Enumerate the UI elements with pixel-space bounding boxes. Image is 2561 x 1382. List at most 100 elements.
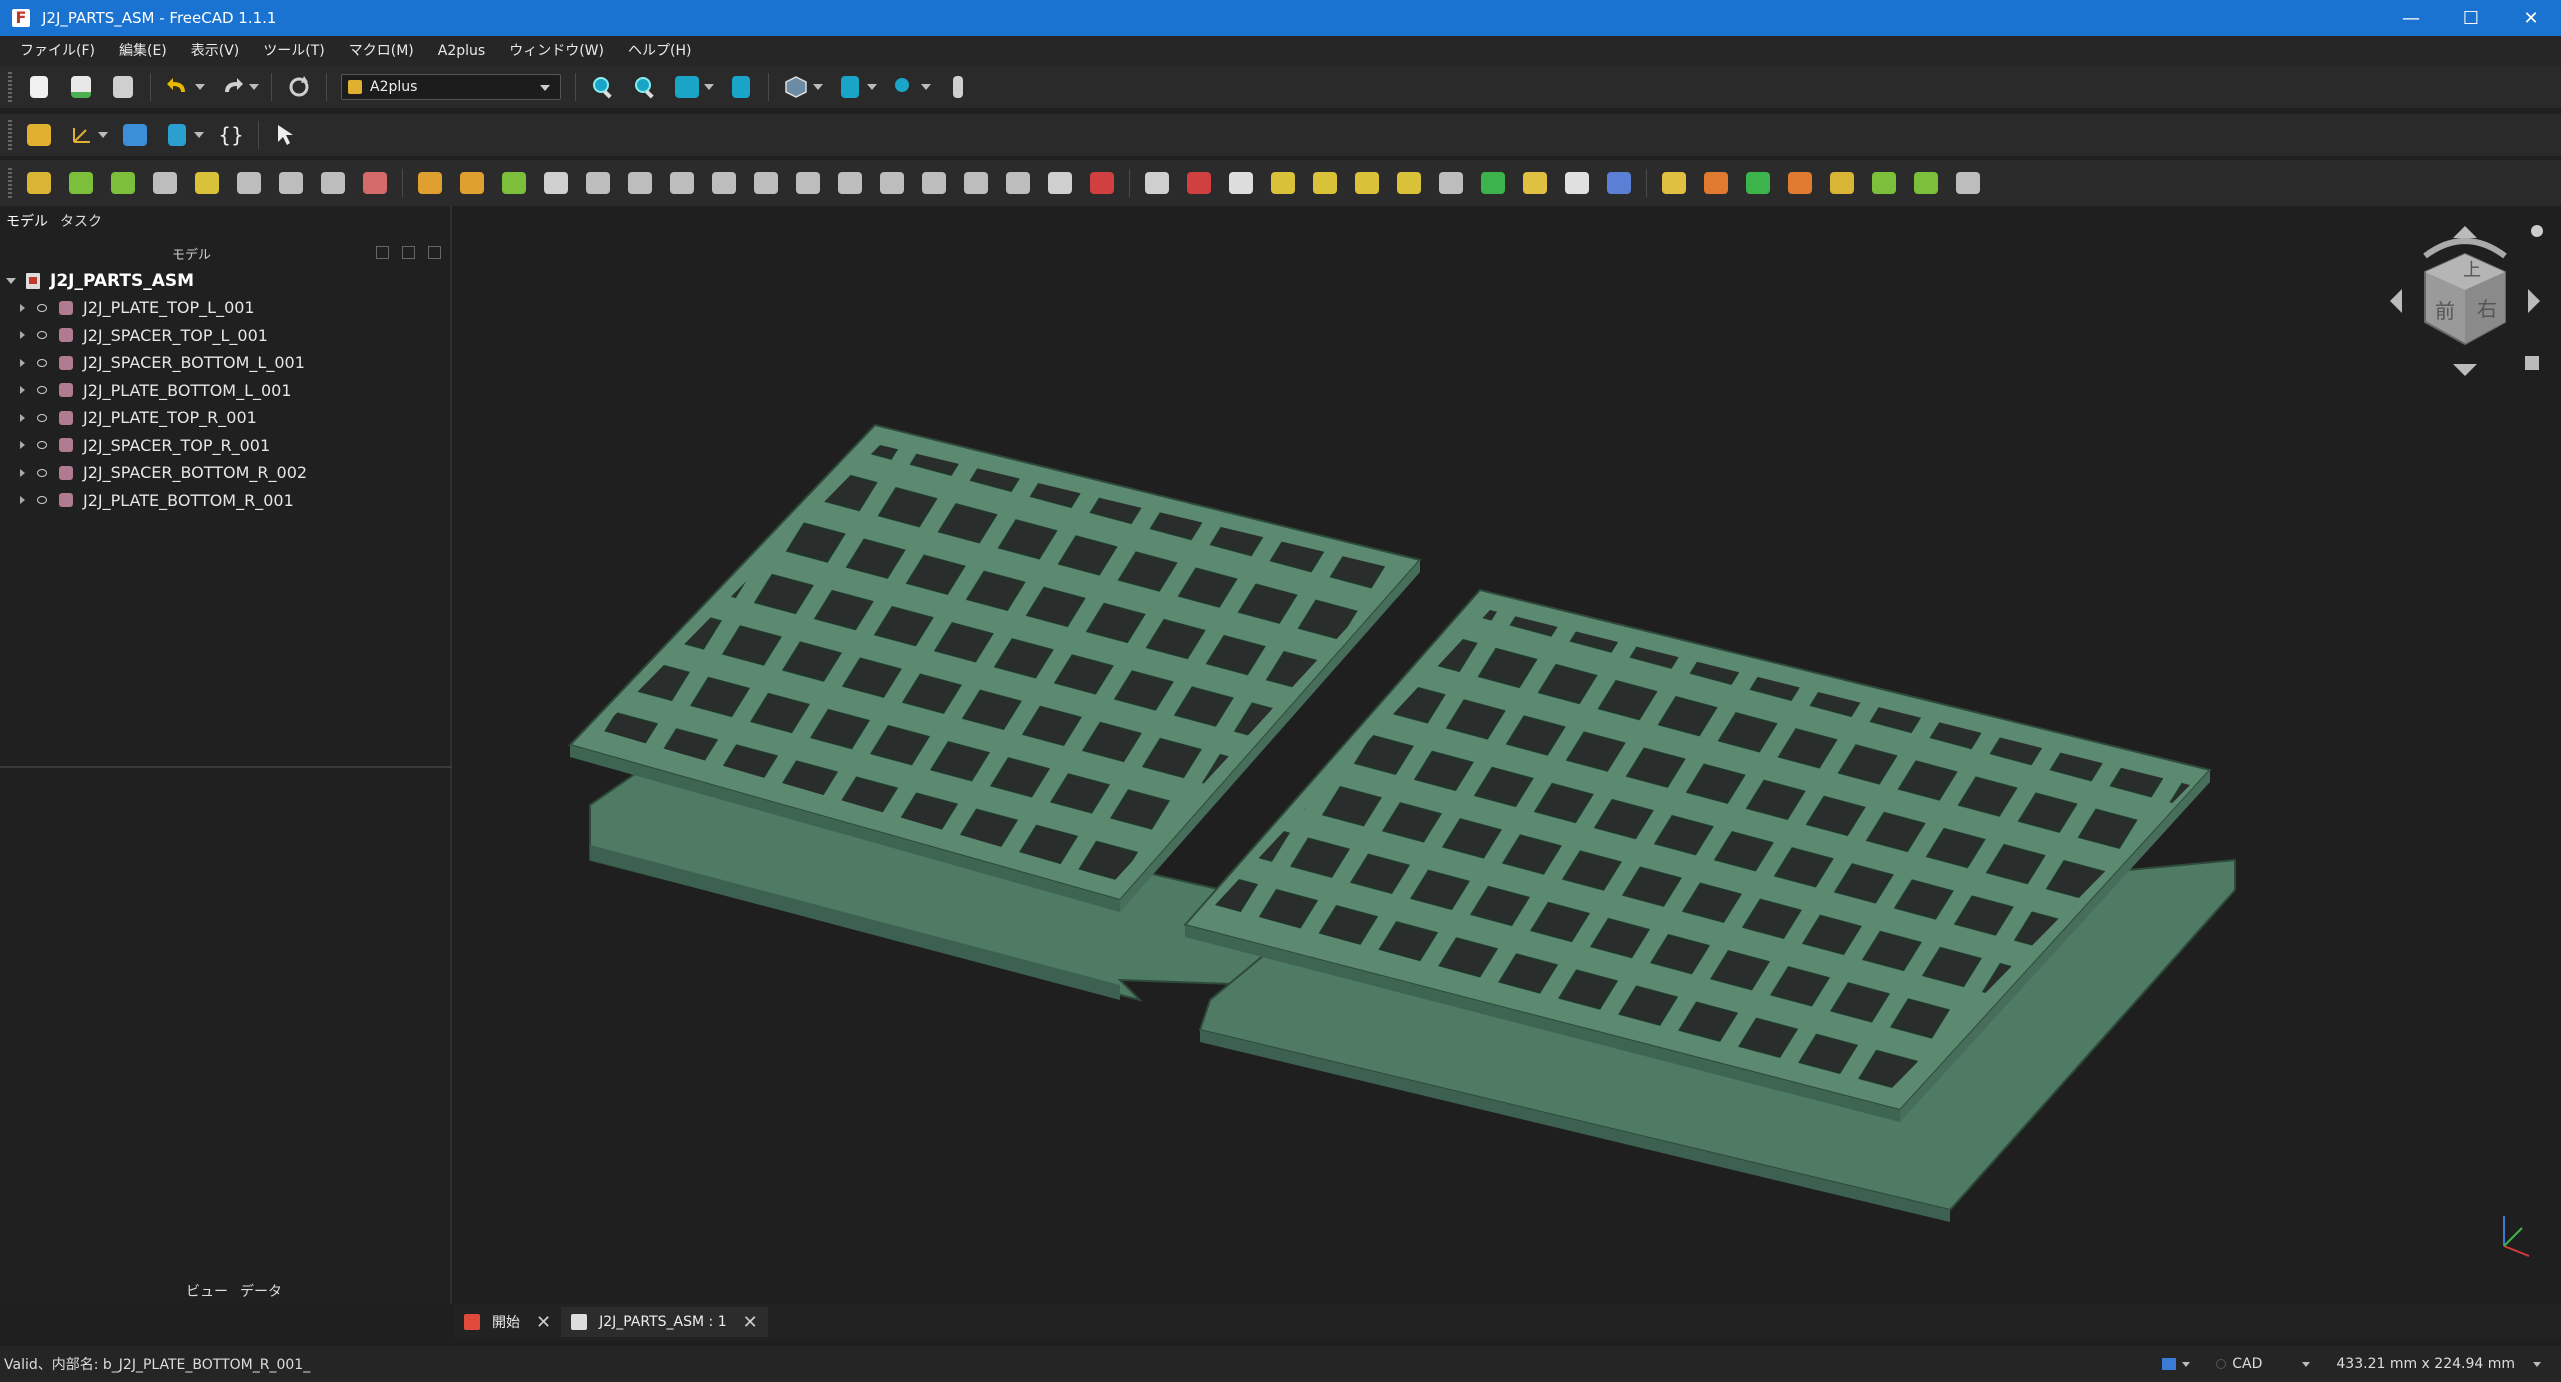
remove-constraint-icon[interactable] bbox=[1045, 168, 1075, 198]
refresh-icon[interactable] bbox=[284, 72, 314, 102]
menu-macro[interactable]: マクロ(M) bbox=[337, 36, 426, 66]
tab-task[interactable]: タスク bbox=[54, 211, 108, 231]
constraint-point-icon[interactable] bbox=[415, 168, 445, 198]
toolbar-grip[interactable] bbox=[8, 72, 12, 102]
axis-coincident-icon[interactable] bbox=[667, 168, 697, 198]
draw-style-dropdown-icon[interactable] bbox=[813, 84, 823, 90]
expand-arrow-icon[interactable] bbox=[20, 468, 25, 477]
save-and-exit-icon[interactable] bbox=[360, 168, 390, 198]
planes-parallel-icon[interactable] bbox=[961, 168, 991, 198]
visibility-eye-icon[interactable] bbox=[37, 303, 47, 312]
toolbar-grip[interactable] bbox=[8, 120, 12, 150]
menu-view[interactable]: 表示(V) bbox=[179, 36, 252, 66]
navcube-front-face[interactable]: 前 bbox=[2435, 299, 2455, 323]
close-panel-icon[interactable] bbox=[428, 246, 441, 259]
visibility-eye-icon[interactable] bbox=[37, 386, 47, 395]
navigation-style[interactable]: CAD bbox=[2232, 1356, 2262, 1372]
check-icon[interactable] bbox=[1478, 168, 1508, 198]
expand-arrow-icon[interactable] bbox=[20, 303, 25, 312]
bounding-box-icon[interactable] bbox=[835, 72, 865, 102]
fit-selection-icon[interactable] bbox=[630, 72, 660, 102]
group-folder-icon[interactable] bbox=[120, 120, 150, 150]
menu-edit[interactable]: 編集(E) bbox=[107, 36, 179, 66]
panel-splitter[interactable] bbox=[0, 766, 452, 768]
collapse-icon[interactable] bbox=[376, 246, 389, 259]
units-icon[interactable] bbox=[2162, 1358, 2177, 1370]
tree-item[interactable]: J2J_PLATE_TOP_L_001 bbox=[0, 294, 452, 322]
measure-dropdown-icon[interactable] bbox=[921, 84, 931, 90]
plane-angle-icon[interactable] bbox=[877, 168, 907, 198]
pin-icon[interactable] bbox=[1520, 168, 1550, 198]
parts-list-icon[interactable] bbox=[1743, 168, 1773, 198]
parts-list2-icon[interactable] bbox=[1785, 168, 1815, 198]
close-window-button[interactable]: ✕ bbox=[2501, 0, 2561, 36]
add-part-icon[interactable] bbox=[24, 168, 54, 198]
save-file-icon[interactable] bbox=[108, 72, 138, 102]
menu-file[interactable]: ファイル(F) bbox=[8, 36, 107, 66]
constraint-point-line-icon[interactable] bbox=[457, 168, 487, 198]
rotate-right-arrow-icon[interactable] bbox=[2528, 289, 2540, 313]
expand-arrow-icon[interactable] bbox=[20, 441, 25, 450]
float-panel-icon[interactable] bbox=[402, 246, 415, 259]
visibility-eye-icon[interactable] bbox=[37, 413, 47, 422]
plane-coincident-icon[interactable] bbox=[835, 168, 865, 198]
navcube-menu-icon[interactable] bbox=[2531, 225, 2543, 237]
bounding-box-dropdown-icon[interactable] bbox=[867, 84, 877, 90]
navcube-right-face[interactable]: 右 bbox=[2477, 297, 2497, 321]
tree-item[interactable]: J2J_PLATE_BOTTOM_R_001 bbox=[0, 487, 452, 515]
toolbar-grip[interactable] bbox=[8, 168, 12, 198]
circular-edge-icon[interactable] bbox=[625, 168, 655, 198]
menu-window[interactable]: ウィンドウ(W) bbox=[497, 36, 616, 66]
dimensions-dropdown-icon[interactable] bbox=[2533, 1361, 2541, 1367]
rotate-down-arrow-icon[interactable] bbox=[2453, 364, 2477, 376]
mirror-icon[interactable] bbox=[1226, 168, 1256, 198]
bom-icon[interactable] bbox=[1659, 168, 1689, 198]
whats-this-icon[interactable] bbox=[271, 120, 301, 150]
code-icon[interactable]: {} bbox=[216, 120, 246, 150]
close-tab-icon[interactable]: ✕ bbox=[536, 1312, 551, 1333]
navcube-view-menu-icon[interactable] bbox=[2525, 356, 2539, 370]
link-icon[interactable] bbox=[162, 120, 192, 150]
axis-dropdown-icon[interactable] bbox=[98, 132, 108, 138]
valid-check-icon[interactable] bbox=[1911, 168, 1941, 198]
light-icon[interactable] bbox=[1827, 168, 1857, 198]
redo-dropdown-icon[interactable] bbox=[249, 84, 259, 90]
menu-help[interactable]: ヘルプ(H) bbox=[616, 36, 703, 66]
rotate-up-arrow-icon[interactable] bbox=[2453, 226, 2477, 238]
edit-part-icon[interactable] bbox=[234, 168, 264, 198]
maximize-button[interactable]: ☐ bbox=[2441, 0, 2501, 36]
show-dof-icon[interactable] bbox=[1268, 168, 1298, 198]
tree-item[interactable]: J2J_SPACER_BOTTOM_L_001 bbox=[0, 349, 452, 377]
navigation-cube[interactable]: 上 前 右 bbox=[2385, 216, 2545, 386]
expand-arrow-icon[interactable] bbox=[20, 386, 25, 395]
tab-start-page[interactable]: 開始 ✕ bbox=[454, 1307, 561, 1337]
refresh-all-icon[interactable] bbox=[1869, 168, 1899, 198]
expand-arrow-icon[interactable] bbox=[20, 358, 25, 367]
tag-icon[interactable] bbox=[1604, 168, 1634, 198]
minimize-button[interactable]: — bbox=[2381, 0, 2441, 36]
visibility-eye-icon[interactable] bbox=[37, 441, 47, 450]
tab-model[interactable]: モデル bbox=[0, 211, 54, 231]
convert-part-icon[interactable] bbox=[192, 168, 222, 198]
tree-item[interactable]: J2J_SPACER_TOP_R_001 bbox=[0, 432, 452, 460]
tab-view-properties[interactable]: ビュー bbox=[180, 1281, 234, 1301]
measure-icon[interactable] bbox=[889, 72, 919, 102]
tree-item[interactable]: J2J_SPACER_BOTTOM_R_002 bbox=[0, 459, 452, 487]
redo-icon[interactable] bbox=[217, 72, 247, 102]
highlight-icon[interactable] bbox=[1352, 168, 1382, 198]
visibility-eye-icon[interactable] bbox=[37, 468, 47, 477]
new-file-icon[interactable] bbox=[24, 72, 54, 102]
expand-arrow-icon[interactable] bbox=[6, 278, 16, 284]
find-icon[interactable] bbox=[1394, 168, 1424, 198]
expand-arrow-icon[interactable] bbox=[20, 496, 25, 505]
search-constraint-icon[interactable] bbox=[1310, 168, 1340, 198]
tree-item[interactable]: J2J_SPACER_TOP_L_001 bbox=[0, 322, 452, 350]
plane-parallel-icon[interactable] bbox=[793, 168, 823, 198]
parts-info-icon[interactable] bbox=[1701, 168, 1731, 198]
duplicate-part-icon[interactable] bbox=[150, 168, 180, 198]
add-part-copy-icon[interactable] bbox=[66, 168, 96, 198]
tab-data-properties[interactable]: データ bbox=[234, 1281, 288, 1301]
constraint-point-plane-icon[interactable] bbox=[499, 168, 529, 198]
open-file-icon[interactable] bbox=[66, 72, 96, 102]
fit-all-icon[interactable] bbox=[588, 72, 618, 102]
